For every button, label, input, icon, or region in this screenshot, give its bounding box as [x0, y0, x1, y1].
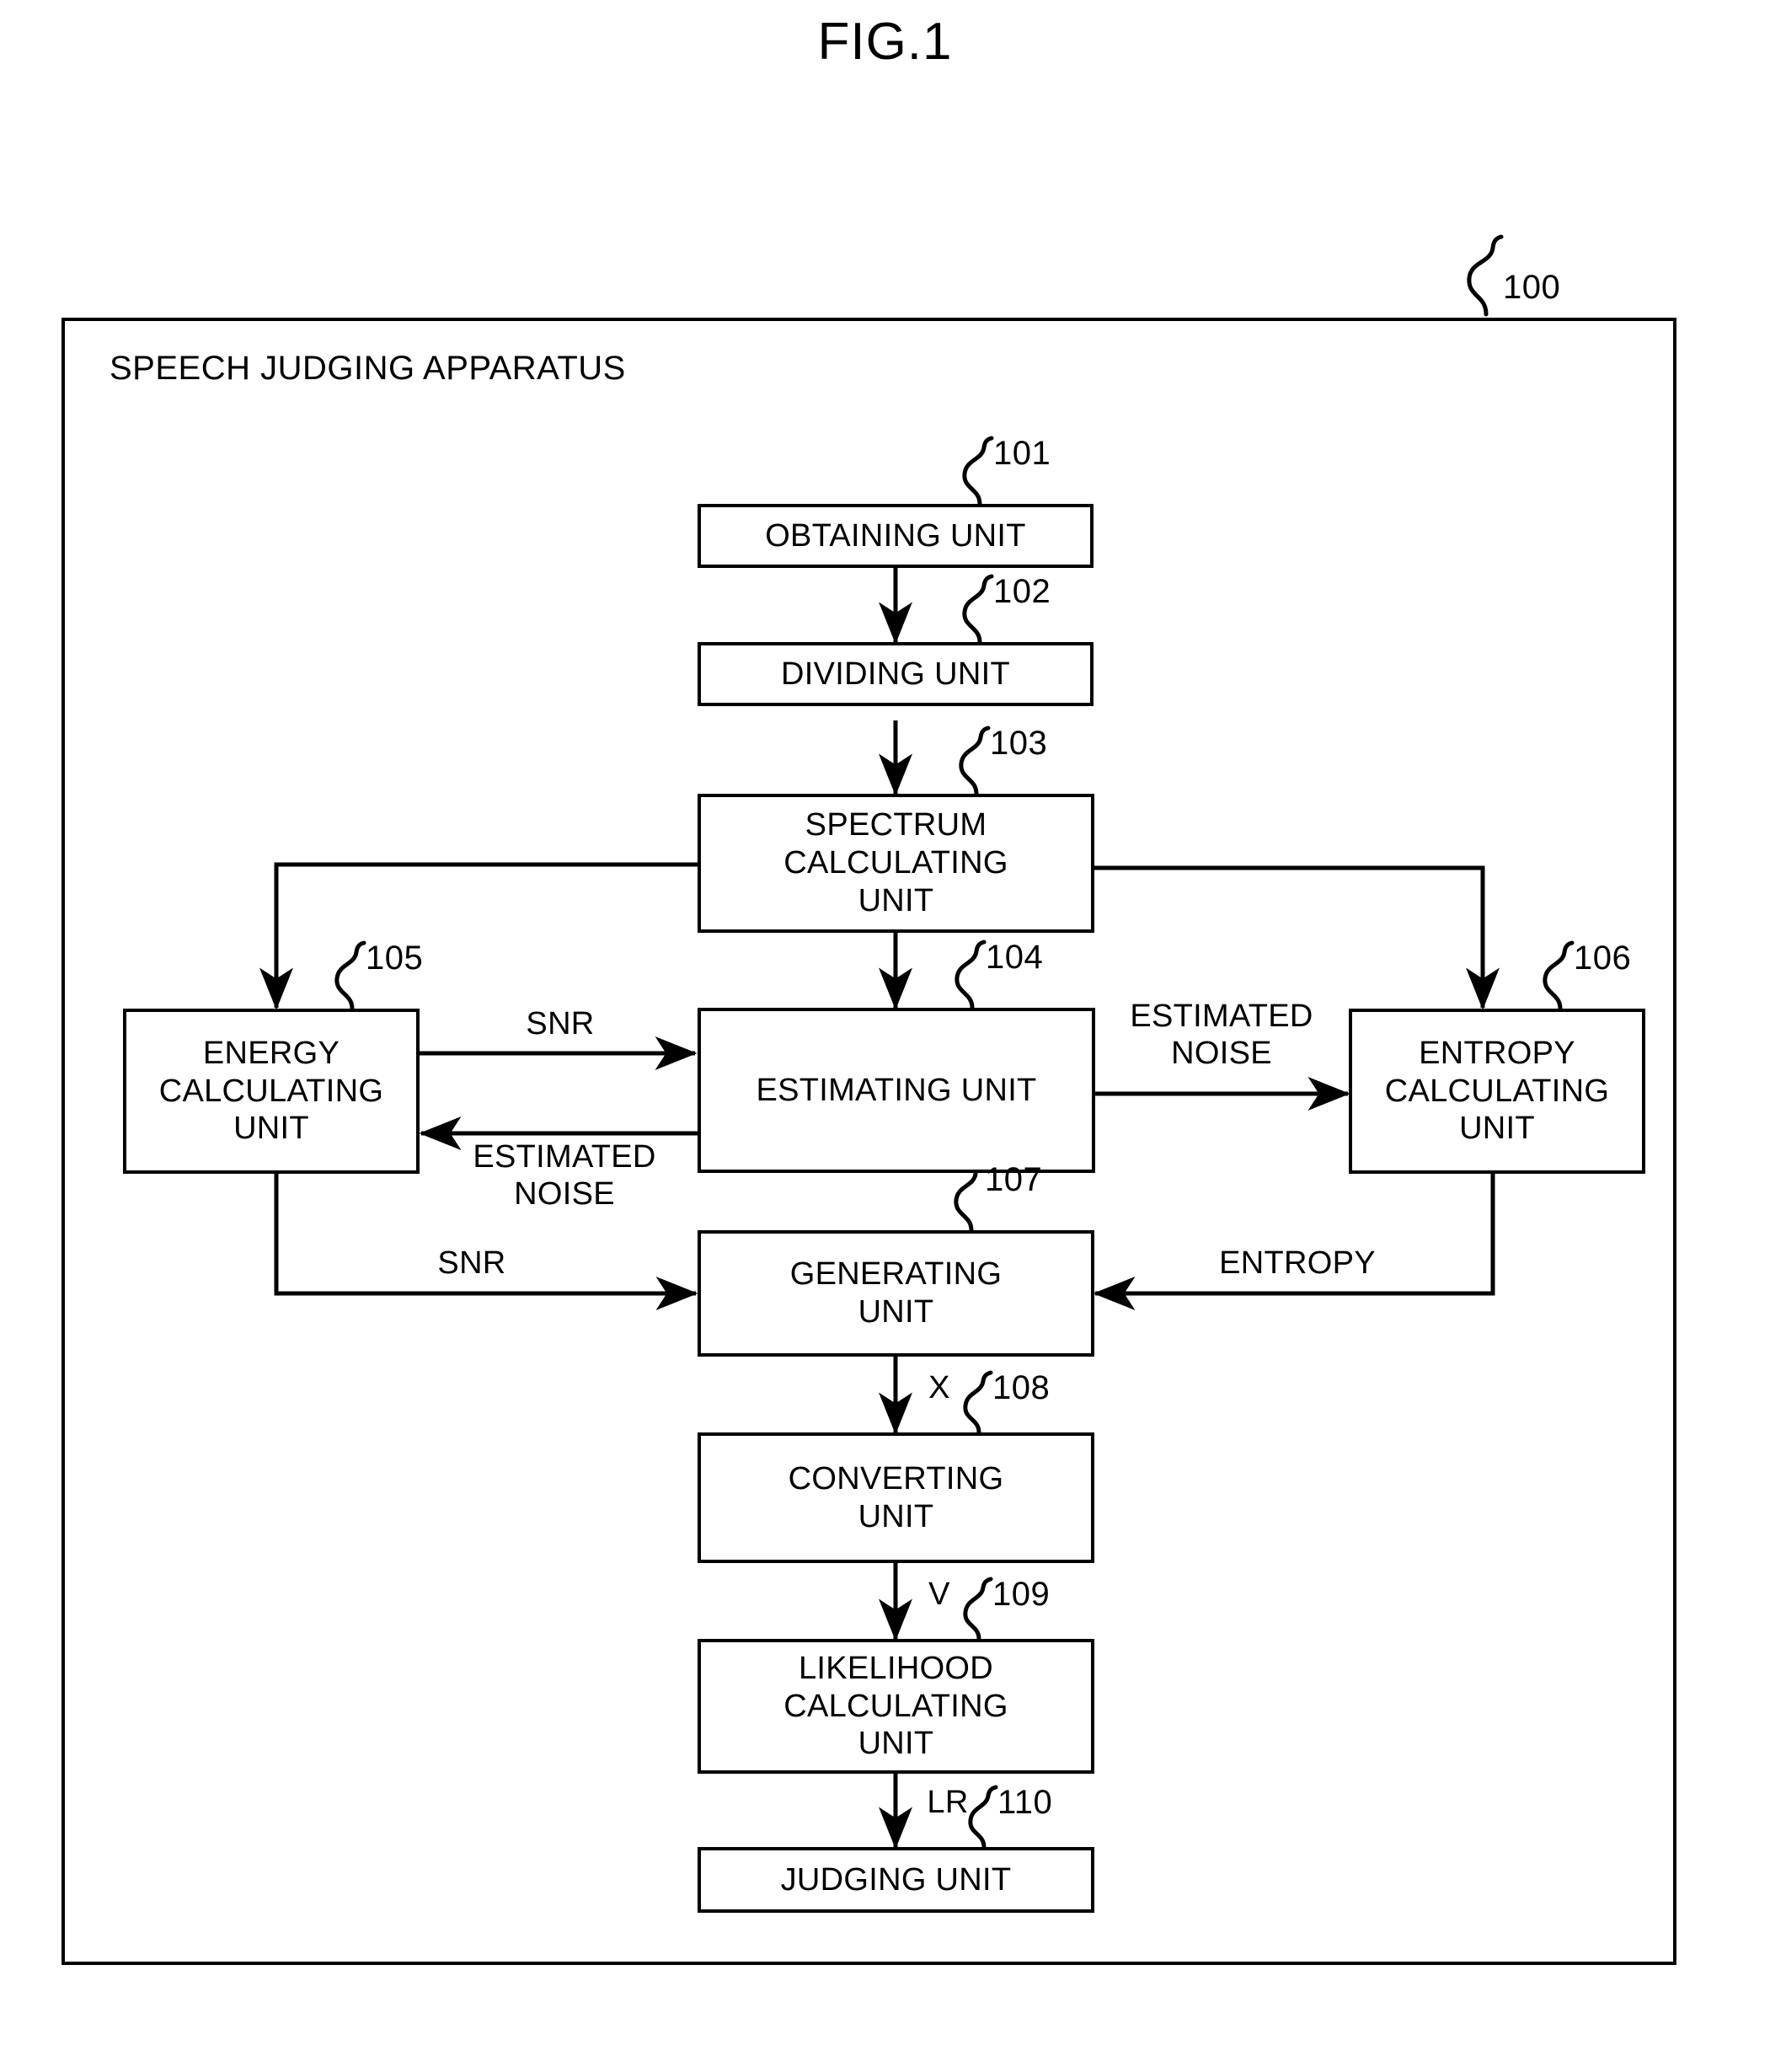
unit-label-estimating: ESTIMATING UNIT — [756, 1072, 1037, 1108]
signal-label-estimated-noise-energy: ESTIMATED NOISE — [473, 1139, 656, 1212]
ref-number-106: 106 — [1574, 940, 1632, 977]
unit-label-spectrum: SPECTRUM CALCULATING UNIT — [783, 807, 1008, 918]
ref-number-103: 103 — [990, 725, 1048, 762]
unit-label-likelihood: LIKELIHOOD CALCULATING UNIT — [783, 1650, 1008, 1762]
unit-box-converting[interactable]: CONVERTING UNIT — [698, 1432, 1094, 1563]
unit-box-dividing[interactable]: DIVIDING UNIT — [698, 642, 1094, 706]
signal-label-x: X — [928, 1370, 950, 1405]
leader-100 — [1467, 234, 1504, 317]
unit-label-generating: GENERATING UNIT — [789, 1256, 1003, 1330]
leader-103 — [959, 725, 991, 796]
signal-label-estimated-noise-entropy: ESTIMATED NOISE — [1130, 999, 1313, 1071]
ref-number-100: 100 — [1503, 269, 1561, 306]
leader-109 — [963, 1577, 993, 1641]
unit-box-judging[interactable]: JUDGING UNIT — [698, 1847, 1094, 1913]
signal-label-lr: LR — [927, 1785, 969, 1820]
unit-label-judging: JUDGING UNIT — [780, 1861, 1012, 1898]
unit-label-converting: CONVERTING UNIT — [788, 1460, 1004, 1534]
unit-label-entropy: ENTROPY CALCULATING UNIT — [1384, 1035, 1610, 1147]
signal-label-v: V — [928, 1577, 950, 1612]
ref-number-101: 101 — [993, 435, 1051, 472]
connector-spectrum-to-entropy — [1094, 865, 1500, 1010]
ref-number-110: 110 — [997, 1784, 1053, 1821]
ref-number-104: 104 — [986, 939, 1044, 976]
leader-105 — [334, 940, 366, 1011]
unit-label-dividing: DIVIDING UNIT — [780, 656, 1010, 692]
signal-label-snr-estimating: SNR — [526, 1006, 595, 1041]
leader-101 — [962, 436, 994, 506]
leader-106 — [1543, 940, 1575, 1011]
ref-number-109: 109 — [992, 1576, 1051, 1613]
signal-label-entropy-generating: ENTROPY — [1219, 1245, 1376, 1281]
leader-108 — [963, 1370, 993, 1435]
leader-104 — [955, 940, 987, 1010]
unit-box-entropy[interactable]: ENTROPY CALCULATING UNIT — [1349, 1009, 1645, 1174]
unit-box-generating[interactable]: GENERATING UNIT — [698, 1230, 1094, 1357]
ref-number-108: 108 — [992, 1369, 1051, 1406]
unit-box-energy[interactable]: ENERGY CALCULATING UNIT — [123, 1009, 420, 1174]
signal-label-snr-generating: SNR — [437, 1245, 506, 1281]
ref-number-105: 105 — [366, 940, 424, 977]
unit-box-spectrum[interactable]: SPECTRUM CALCULATING UNIT — [698, 794, 1094, 933]
ref-number-107: 107 — [985, 1161, 1043, 1198]
unit-label-obtaining: OBTAINING UNIT — [765, 517, 1026, 554]
leader-102 — [962, 574, 994, 645]
unit-box-likelihood[interactable]: LIKELIHOOD CALCULATING UNIT — [698, 1639, 1094, 1774]
unit-box-estimating[interactable]: ESTIMATING UNIT — [698, 1008, 1095, 1173]
unit-label-energy: ENERGY CALCULATING UNIT — [158, 1035, 384, 1147]
ref-number-102: 102 — [993, 573, 1051, 610]
leader-107 — [954, 1162, 986, 1233]
unit-box-obtaining[interactable]: OBTAINING UNIT — [698, 504, 1094, 568]
